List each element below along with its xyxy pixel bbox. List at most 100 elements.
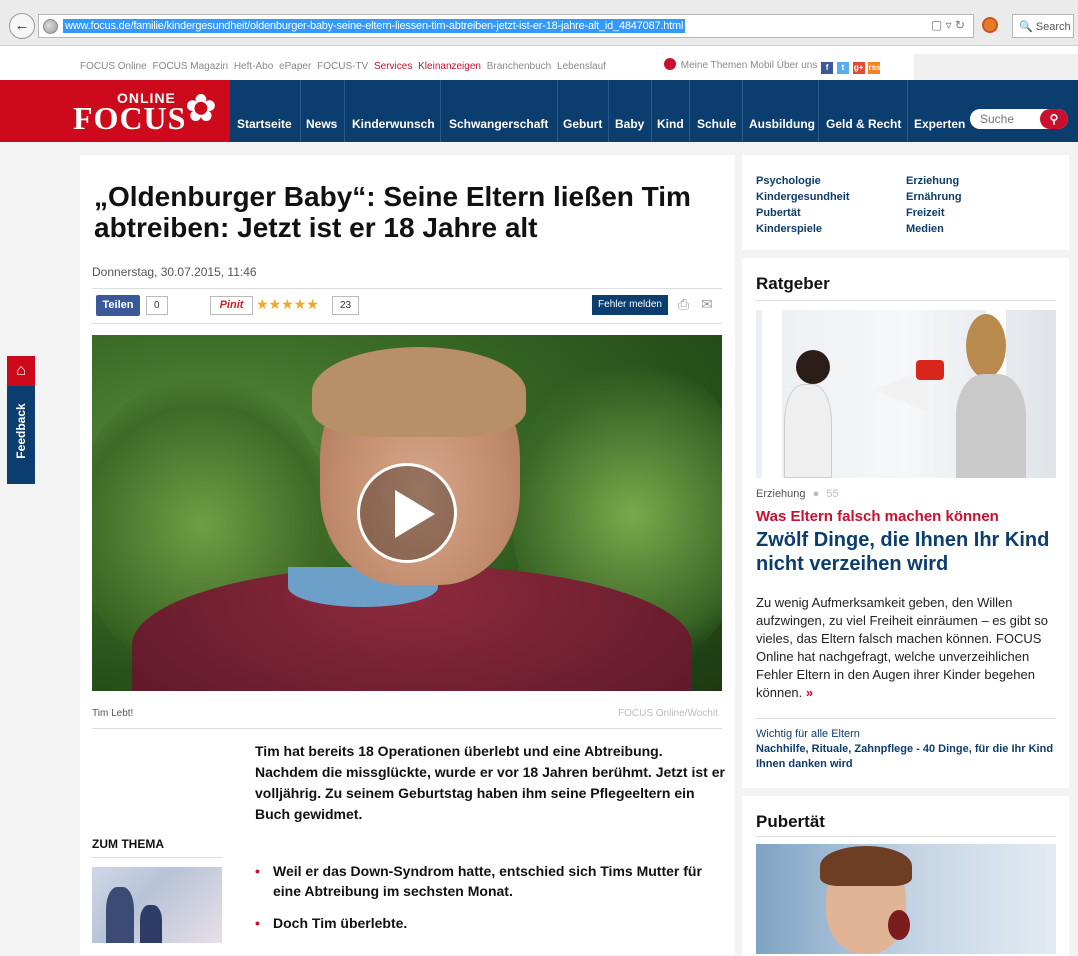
nav-separator: [742, 80, 743, 142]
sidebar-link-erziehung[interactable]: Erziehung: [906, 175, 959, 187]
sidebar-link-medien[interactable]: Medien: [906, 223, 944, 235]
related-thumbnail[interactable]: [92, 867, 222, 943]
video-caption: Tim Lebt!: [92, 708, 134, 719]
nav-separator: [689, 80, 690, 142]
article-lead: Tim hat bereits 18 Operationen überlebt …: [255, 743, 725, 822]
image-boy: [776, 350, 836, 478]
toplink-focus-magazin[interactable]: FOCUS Magazin: [152, 61, 228, 72]
sidebar-link-pubertaet[interactable]: Pubertät: [756, 207, 801, 219]
ratgeber-sub-kicker[interactable]: Wichtig für alle Eltern: [756, 728, 860, 740]
toplink-services[interactable]: Services: [374, 61, 412, 72]
sidebar-link-ernaehrung[interactable]: Ernährung: [906, 191, 962, 203]
nav-ausbildung[interactable]: Ausbildung: [749, 117, 815, 131]
toplink-mobil[interactable]: Mobil: [750, 60, 774, 71]
nav-baby[interactable]: Baby: [615, 117, 644, 131]
play-button[interactable]: [357, 463, 457, 563]
back-arrow-icon[interactable]: ←: [9, 13, 35, 39]
sidebar-link-kindergesundheit[interactable]: Kindergesundheit: [756, 191, 850, 203]
toplink-focus-online[interactable]: FOCUS Online: [80, 61, 147, 72]
divider: [756, 836, 1056, 837]
main-nav: Startseite News Kinderwunsch Schwangersc…: [230, 80, 1078, 142]
rating-stars[interactable]: ★★★★★: [256, 296, 319, 313]
woman-hair: [966, 314, 1006, 378]
rss-icon[interactable]: rss: [868, 62, 881, 74]
nav-experten[interactable]: Experten: [914, 117, 965, 131]
feedback-tab[interactable]: Feedback: [7, 386, 35, 484]
category-links-box: Psychologie Erziehung Kindergesundheit E…: [742, 155, 1069, 250]
pinterest-button[interactable]: Pinit: [210, 296, 253, 315]
browser-search-input[interactable]: 🔍 Search: [1012, 14, 1074, 38]
sidebar-link-freizeit[interactable]: Freizeit: [906, 207, 945, 219]
rating-count: 23: [332, 296, 360, 315]
print-icon[interactable]: ⎙: [678, 296, 689, 313]
nav-separator: [608, 80, 609, 142]
ratgeber-teaser: Zu wenig Aufmerksamkeit geben, den Wille…: [756, 594, 1056, 702]
meine-themen-icon: [664, 58, 676, 70]
report-error-button[interactable]: Fehler melden: [592, 295, 668, 315]
article-date: Donnerstag, 30.07.2015, 11:46: [92, 265, 257, 279]
article-bullets: Weil er das Down-Syndrom hatte, entschie…: [255, 861, 725, 945]
toplink-lebenslauf[interactable]: Lebenslauf: [557, 61, 606, 72]
read-more-link[interactable]: »: [806, 685, 813, 700]
facebook-share-button[interactable]: Teilen: [96, 295, 140, 316]
list-item: Doch Tim überlebte.: [255, 913, 725, 933]
url-action-icons[interactable]: ▢ ▿ ↻: [931, 18, 965, 32]
nav-separator: [818, 80, 819, 142]
top-links-right: Meine Themen Mobil Über uns f t g+ rss: [664, 58, 881, 74]
nav-schwangerschaft[interactable]: Schwangerschaft: [449, 117, 548, 131]
site-header: ONLINE FOCUS ✿ Startseite News Kinderwun…: [0, 80, 1078, 142]
toplink-epaper[interactable]: ePaper: [279, 61, 311, 72]
nav-separator: [907, 80, 908, 142]
nav-separator: [440, 80, 441, 142]
nav-kind[interactable]: Kind: [657, 117, 684, 131]
nav-geld-recht[interactable]: Geld & Recht: [826, 117, 901, 131]
nav-news[interactable]: News: [306, 117, 337, 131]
sidebar-link-psychologie[interactable]: Psychologie: [756, 175, 821, 187]
nav-geburt[interactable]: Geburt: [563, 117, 602, 131]
video-player[interactable]: [92, 335, 722, 691]
toplink-kleinanzeigen[interactable]: Kleinanzeigen: [418, 61, 481, 72]
pubertaet-image[interactable]: [756, 844, 1056, 954]
addon-icon[interactable]: [982, 17, 998, 33]
ratgeber-category[interactable]: Erziehung: [756, 488, 806, 500]
toplink-branchenbuch[interactable]: Branchenbuch: [487, 61, 552, 72]
comment-icon: ●: [812, 488, 820, 500]
logo-focus-text: FOCUS: [73, 100, 187, 136]
divider: [92, 323, 722, 324]
mail-icon[interactable]: ✉: [701, 296, 713, 313]
toplink-meine-themen[interactable]: Meine Themen: [681, 60, 748, 71]
nav-separator: [557, 80, 558, 142]
pubertaet-box: Pubertät: [742, 796, 1069, 956]
site-search: ⚲: [970, 109, 1068, 129]
ratgeber-kicker[interactable]: Was Eltern falsch machen können: [756, 508, 999, 525]
image-woman: [936, 314, 1046, 478]
url-bar[interactable]: www.focus.de/familie/kindergesundheit/ol…: [38, 14, 974, 38]
url-text[interactable]: www.focus.de/familie/kindergesundheit/ol…: [63, 19, 686, 33]
nav-schule[interactable]: Schule: [697, 117, 736, 131]
article: „Oldenburger Baby“: Seine Eltern ließen …: [80, 155, 735, 955]
ratgeber-image[interactable]: [756, 310, 1056, 478]
nav-startseite[interactable]: Startseite: [237, 117, 292, 131]
nav-kinderwunsch[interactable]: Kinderwunsch: [352, 117, 435, 131]
ratgeber-headline[interactable]: Zwölf Dinge, die Ihnen Ihr Kind nicht ve…: [756, 528, 1056, 576]
search-icon[interactable]: ⚲: [1040, 109, 1068, 129]
toplink-focus-tv[interactable]: FOCUS-TV: [317, 61, 368, 72]
toplink-ueber-uns[interactable]: Über uns: [777, 60, 818, 71]
ratgeber-title: Ratgeber: [756, 274, 830, 293]
home-icon[interactable]: ⌂: [7, 356, 35, 386]
sidebar-link-kinderspiele[interactable]: Kinderspiele: [756, 223, 822, 235]
divider: [756, 300, 1056, 301]
top-links-left: FOCUS Online FOCUS Magazin Heft-Abo ePap…: [80, 61, 609, 72]
twitter-icon[interactable]: t: [836, 62, 849, 74]
top-links-bar: FOCUS Online FOCUS Magazin Heft-Abo ePap…: [0, 46, 1078, 80]
toplink-heft-abo[interactable]: Heft-Abo: [234, 61, 273, 72]
facebook-icon[interactable]: f: [821, 62, 834, 74]
video-subject-hair: [312, 347, 526, 437]
divider: [92, 857, 222, 858]
comment-count[interactable]: 55: [826, 488, 838, 500]
site-search-input[interactable]: [980, 112, 1040, 126]
kid-mouth: [888, 910, 910, 940]
focus-logo[interactable]: ONLINE FOCUS ✿: [35, 80, 230, 142]
google-plus-icon[interactable]: g+: [852, 62, 865, 74]
ratgeber-sub-headline[interactable]: Nachhilfe, Rituale, Zahnpflege - 40 Ding…: [756, 742, 1056, 772]
